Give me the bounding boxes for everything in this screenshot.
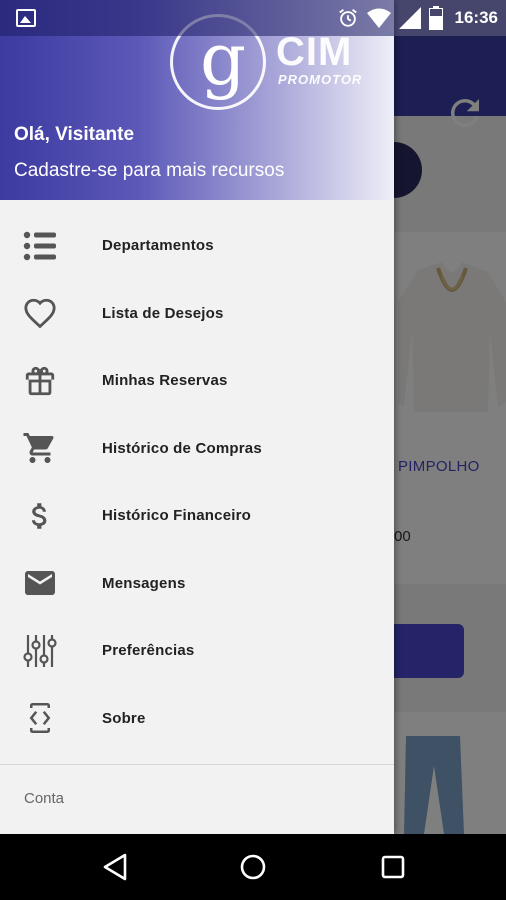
menu-label: Mensagens bbox=[102, 574, 186, 592]
status-bar: 16:36 bbox=[0, 0, 506, 36]
list-icon bbox=[22, 228, 58, 264]
gallery-icon bbox=[16, 9, 36, 27]
back-button[interactable] bbox=[98, 850, 132, 884]
signup-prompt[interactable]: Cadastre-se para mais recursos bbox=[14, 160, 284, 182]
logo-subtext: PROMOTOR bbox=[278, 72, 363, 87]
navigation-drawer: g CIM PROMOTOR Olá, Visitante Cadastre-s… bbox=[0, 0, 394, 834]
heart-icon bbox=[22, 295, 58, 331]
menu-item-minhas-reservas[interactable]: Minhas Reservas bbox=[0, 347, 394, 415]
recents-icon bbox=[381, 855, 405, 879]
menu-item-departamentos[interactable]: Departamentos bbox=[0, 212, 394, 280]
menu-item-lista-de-desejos[interactable]: Lista de Desejos bbox=[0, 280, 394, 348]
drawer-divider bbox=[0, 764, 394, 765]
logo-text: CIM bbox=[276, 30, 353, 74]
mail-icon bbox=[22, 565, 58, 601]
menu-label: Histórico Financeiro bbox=[102, 507, 252, 525]
dollar-icon bbox=[22, 498, 58, 534]
menu-item-sobre[interactable]: Sobre bbox=[0, 685, 394, 753]
section-label-conta: Conta bbox=[24, 790, 65, 807]
user-greeting: Olá, Visitante bbox=[14, 124, 135, 145]
menu-label: Minhas Reservas bbox=[102, 372, 228, 390]
back-icon bbox=[103, 853, 127, 881]
developer-mode-icon bbox=[22, 700, 58, 736]
menu-label: Departamentos bbox=[102, 237, 214, 255]
navigation-bar bbox=[0, 834, 506, 900]
drawer-menu: Departamentos Lista de Desejos Minhas Re… bbox=[0, 212, 394, 752]
cart-icon bbox=[22, 430, 58, 466]
recents-button[interactable] bbox=[376, 850, 410, 884]
status-time: 16:36 bbox=[454, 8, 498, 27]
menu-item-preferencias[interactable]: Preferências bbox=[0, 617, 394, 685]
sliders-icon bbox=[22, 633, 58, 669]
menu-item-historico-financeiro[interactable]: Histórico Financeiro bbox=[0, 482, 394, 550]
wifi-icon bbox=[366, 8, 391, 28]
battery-icon bbox=[428, 6, 443, 30]
menu-label: Sobre bbox=[102, 709, 146, 727]
menu-item-mensagens[interactable]: Mensagens bbox=[0, 550, 394, 618]
home-icon bbox=[240, 854, 266, 880]
menu-label: Lista de Desejos bbox=[102, 304, 224, 322]
gift-icon bbox=[22, 363, 58, 399]
menu-label: Preferências bbox=[102, 642, 195, 660]
menu-item-historico-de-compras[interactable]: Histórico de Compras bbox=[0, 415, 394, 483]
alarm-icon bbox=[338, 9, 357, 27]
home-button[interactable] bbox=[236, 850, 270, 884]
menu-label: Histórico de Compras bbox=[102, 439, 262, 457]
signal-icon bbox=[398, 7, 421, 29]
